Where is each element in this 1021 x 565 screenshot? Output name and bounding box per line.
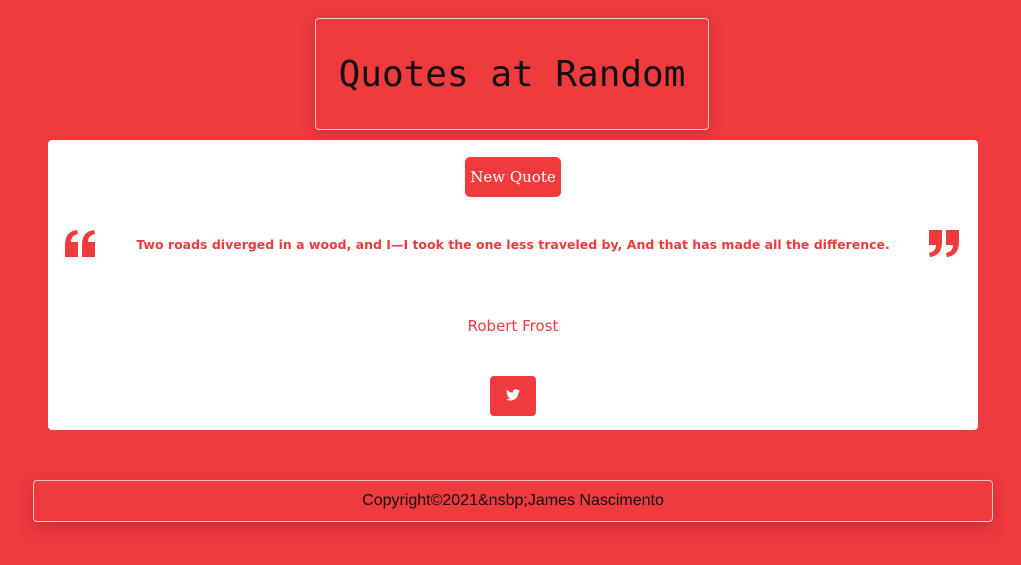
quote-left-icon: [65, 230, 97, 258]
footer: Copyright©2021&nsbp;James Nascimento: [33, 480, 993, 522]
quote-right-icon: [929, 230, 961, 258]
copyright-text: Copyright©2021&nsbp;James Nascimento: [362, 492, 664, 509]
quote-author: Robert Frost: [467, 317, 559, 335]
twitter-icon: [506, 388, 520, 404]
new-quote-button[interactable]: New Quote: [465, 157, 561, 197]
tweet-button[interactable]: [490, 376, 536, 416]
page-title: Quotes at Random: [338, 53, 686, 95]
quote-text: Two roads diverged in a wood, and I—I to…: [136, 237, 890, 252]
title-box: Quotes at Random: [315, 18, 709, 130]
quote-card: New Quote Two roads diverged in a wood, …: [48, 140, 978, 430]
